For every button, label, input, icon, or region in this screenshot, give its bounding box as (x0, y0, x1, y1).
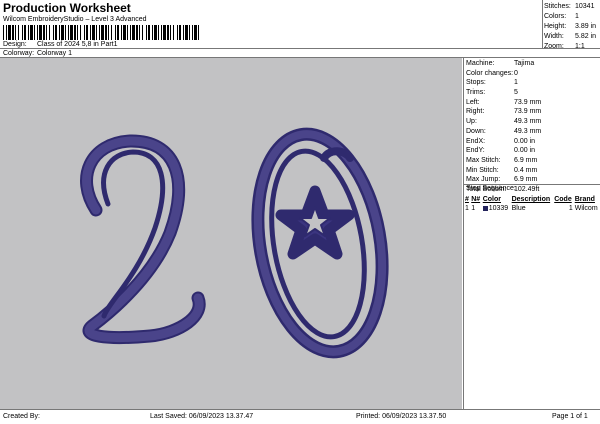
embroidery-artwork (80, 127, 389, 359)
design-value: Class of 2024 5,8 in Part1 (36, 41, 118, 48)
detail-row: Min Stitch: 0.4 mm (466, 166, 538, 174)
machine-details: Machine: Tajima Color changes:0 Stops: 1 T… (466, 59, 541, 195)
colorway-row: Colorway: Colorway 1 (3, 50, 72, 57)
detail-row: Down: 49.3 mm (466, 127, 542, 135)
panel-divider (463, 57, 464, 409)
needle-number: 1 (471, 205, 476, 212)
summary-row: Colors: 1 (544, 13, 579, 20)
col-n: N# (471, 196, 481, 203)
design-label: Design: (3, 41, 27, 48)
summary-panel: Stitches: 10341 Colors: 1 Height: 3.89 in W… (544, 2, 596, 52)
col-color: Color (482, 196, 501, 203)
summary-divider (542, 0, 543, 48)
detail-row: Trims: 5 (466, 89, 518, 97)
worksheet-title: Production Worksheet (3, 1, 131, 15)
stop-sequence-table: # N# Color Description Code Brand 1 1 10… (464, 195, 600, 213)
color-cell: 10339 (482, 204, 511, 213)
stop-sequence-title: Stop Sequence: (466, 185, 516, 192)
stop-table-header: # N# Color Description Code Brand (464, 195, 600, 204)
printed-date: Printed: 06/09/2023 13.37.50 (356, 413, 447, 420)
colorway-value: Colorway 1 (36, 50, 72, 57)
summary-row: Width: 5.82 in (544, 33, 597, 40)
detail-row: Max Stitch: 6.9 mm (466, 156, 538, 164)
footer-divider (0, 409, 600, 410)
color-code: 10339 (488, 205, 509, 212)
created-by: Created By: (3, 413, 40, 420)
col-brand: Brand (574, 196, 595, 203)
last-saved: Last Saved: 06/09/2023 13.37.47 (150, 413, 254, 420)
detail-row: Up: 49.3 mm (466, 118, 542, 126)
summary-row: Stitches: 10341 (544, 3, 595, 10)
design-preview[interactable] (0, 58, 462, 409)
detail-row: EndY: 0.00 in (466, 147, 536, 155)
brand-cell: Wilcom (574, 205, 598, 212)
detail-row: EndX: 0.00 in (466, 137, 536, 145)
barcode (3, 25, 199, 40)
digit-two-outline (80, 134, 206, 344)
col-description: Description (511, 196, 551, 203)
star-applique (275, 185, 355, 260)
col-code: Code (554, 196, 572, 203)
detail-row: Color changes:0 (466, 69, 518, 77)
summary-row: Zoom: 1:1 (544, 43, 585, 50)
detail-row: Right: 73.9 mm (466, 108, 542, 116)
description-cell: Blue (511, 205, 526, 212)
page-number: Page 1 of 1 (552, 413, 588, 420)
code-cell: 1 (568, 205, 573, 212)
summary-row: Height: 3.89 in (544, 23, 597, 30)
detail-row: Stops: 1 (466, 79, 518, 87)
software-name: Wilcom EmbroideryStudio – Level 3 Advanc… (3, 16, 147, 23)
detail-row: Machine: Tajima (466, 60, 535, 67)
header-divider (0, 48, 600, 49)
design-row: Design: Class of 2024 5,8 in Part1 (3, 41, 118, 48)
table-row[interactable]: 1 1 10339 Blue 1 Wilcom (464, 204, 600, 213)
colorway-label: Colorway: (3, 50, 35, 57)
detail-row: Left: 73.9 mm (466, 98, 542, 106)
color-swatch (482, 205, 488, 211)
